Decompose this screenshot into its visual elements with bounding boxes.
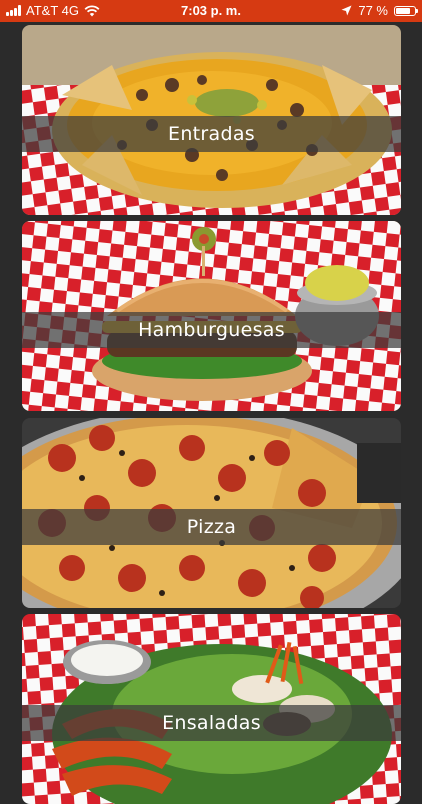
status-right: 77 %	[341, 3, 418, 18]
category-card-entradas[interactable]: Entradas	[22, 25, 401, 215]
category-label-band: Entradas	[22, 116, 401, 152]
category-label-band: Hamburguesas	[22, 312, 401, 348]
category-card-pizza[interactable]: Pizza	[22, 418, 401, 608]
category-label: Entradas	[168, 123, 255, 145]
category-label: Hamburguesas	[138, 319, 285, 341]
status-bar: AT&T 4G 7:03 p. m. 77 %	[0, 0, 422, 22]
category-label-band: Pizza	[22, 509, 401, 545]
battery-fill	[396, 7, 410, 14]
category-label: Ensaladas	[162, 712, 261, 734]
category-label-band: Ensaladas	[22, 705, 401, 741]
battery-percent: 77 %	[358, 3, 388, 18]
category-card-ensaladas[interactable]: Ensaladas	[22, 614, 401, 804]
battery-icon	[394, 5, 418, 16]
location-arrow-icon	[341, 5, 352, 16]
category-card-hamburguesas[interactable]: Hamburguesas	[22, 221, 401, 411]
category-label: Pizza	[186, 516, 237, 538]
